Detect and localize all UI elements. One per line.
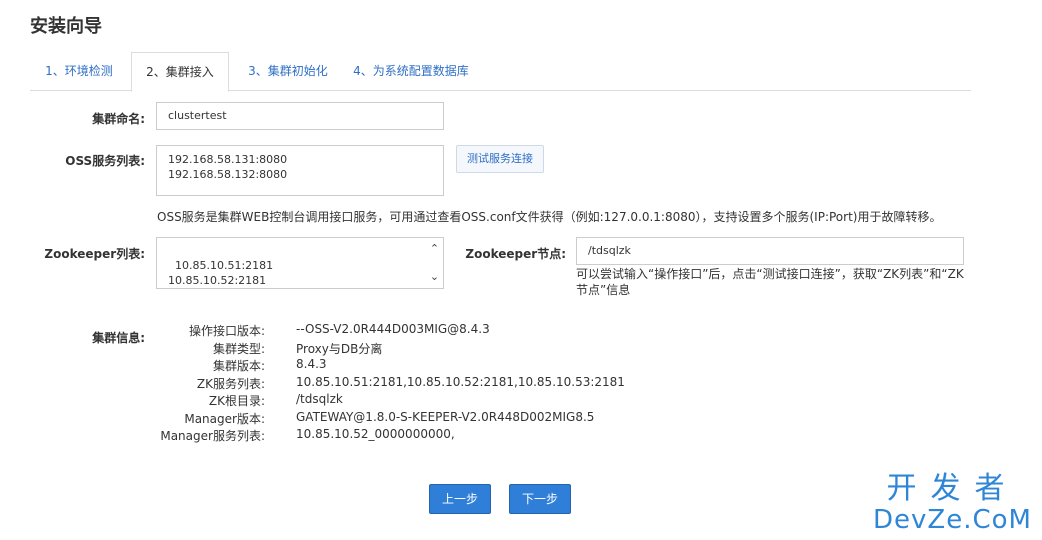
page-title: 安装向导 — [30, 16, 102, 37]
info-key: Manager服务列表: — [160, 429, 265, 443]
cluster-name-label: 集群命名: — [92, 112, 145, 126]
wizard-tabs: 1、环境检测 2、集群接入 3、集群初始化 4、为系统配置数据库 — [30, 52, 971, 92]
info-value: /tdsqlzk — [296, 392, 343, 406]
info-value: GATEWAY@1.8.0-S-KEEPER-V2.0R448D002MIG8.… — [296, 409, 595, 424]
zookeeper-scrollbar[interactable]: ⌃ ⌄ — [426, 238, 443, 288]
info-value: Proxy与DB分离 — [296, 341, 383, 356]
zookeeper-node-input[interactable]: /tdsqlzk — [576, 237, 964, 265]
zookeeper-list-label: Zookeeper列表: — [44, 247, 145, 261]
info-value: 10.85.10.52_0000000000, — [296, 427, 455, 441]
info-value: --OSS-V2.0R444D003MIG@8.4.3 — [296, 322, 490, 336]
info-value: 8.4.3 — [296, 357, 327, 371]
info-key: ZK服务列表: — [196, 376, 265, 391]
zookeeper-node-label: Zookeeper节点: — [465, 247, 566, 261]
next-step-button[interactable]: 下一步 — [509, 484, 571, 514]
watermark-en: DevZe.CoM — [873, 505, 1032, 535]
tab-config-db[interactable]: 4、为系统配置数据库 — [348, 52, 474, 91]
info-key: ZK根目录: — [208, 394, 265, 408]
tab-cluster-access[interactable]: 2、集群接入 — [131, 52, 229, 92]
devze-watermark-logo: 开发者 DevZe.CoM — [873, 471, 1032, 535]
scroll-up-icon[interactable]: ⌃ — [428, 242, 441, 255]
oss-list-label: OSS服务列表: — [65, 154, 145, 168]
test-connection-button[interactable]: 测试服务连接 — [456, 145, 544, 173]
zookeeper-list-textarea[interactable]: 10.85.10.51:2181 10.85.10.52:2181 10.85.… — [156, 237, 444, 289]
info-key: 操作接口版本: — [188, 324, 265, 338]
prev-step-button[interactable]: 上一步 — [429, 484, 491, 514]
info-value: 10.85.10.51:2181,10.85.10.52:2181,10.85.… — [296, 374, 625, 389]
zookeeper-hint-text: 可以尝试输入“操作接口”后，点击“测试接口连接”，获取“ZK列表”和“ZK节点”… — [576, 267, 964, 297]
info-key: Manager版本: — [184, 411, 265, 426]
zookeeper-list-value: 10.85.10.51:2181 10.85.10.52:2181 10.85.… — [168, 258, 274, 288]
info-key: 集群类型: — [212, 341, 265, 356]
watermark-cn: 开发者 — [886, 471, 1019, 506]
info-key: 集群版本: — [212, 359, 265, 373]
scroll-down-icon[interactable]: ⌄ — [428, 270, 441, 283]
cluster-info-label: 集群信息: — [92, 331, 145, 345]
oss-list-textarea[interactable]: 192.168.58.131:8080 192.168.58.132:8080 — [156, 145, 444, 196]
oss-hint-text: OSS服务是集群WEB控制台调用接口服务，可用通过查看OSS.conf文件获得（… — [157, 210, 942, 224]
tab-env-check[interactable]: 1、环境检测 — [30, 52, 128, 91]
tab-cluster-init[interactable]: 3、集群初始化 — [233, 52, 343, 91]
cluster-name-input[interactable]: clustertest — [156, 102, 444, 130]
